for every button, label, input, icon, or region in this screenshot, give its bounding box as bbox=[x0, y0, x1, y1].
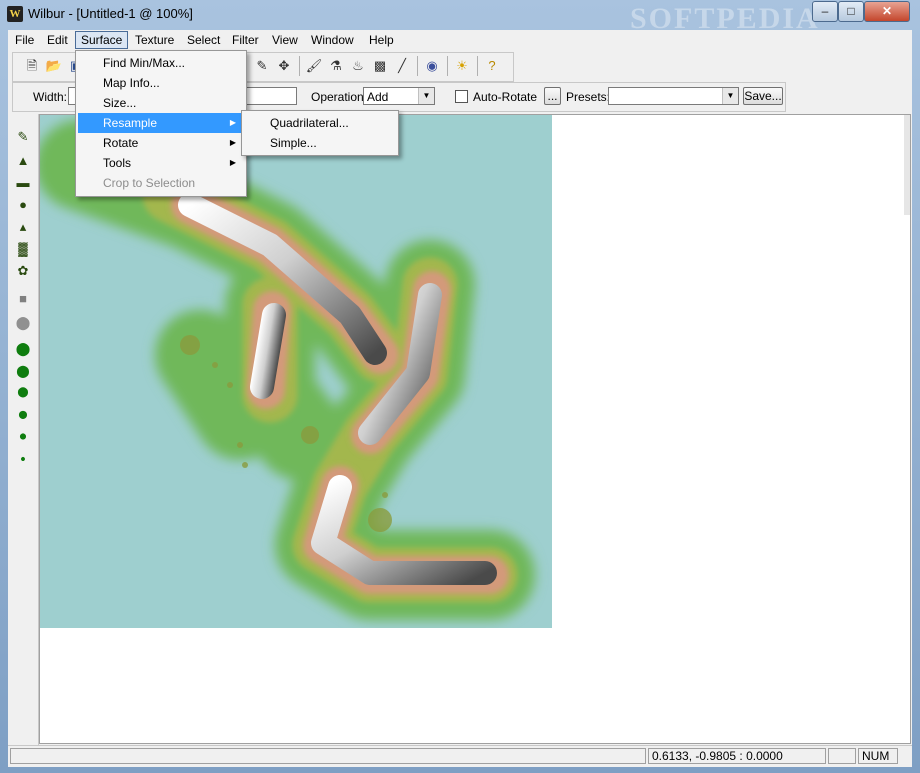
menu-surface[interactable]: Surface bbox=[75, 31, 129, 49]
round-brush-icon[interactable]: ⬤ bbox=[14, 314, 32, 332]
move-tool-icon[interactable]: ✥ bbox=[275, 57, 293, 75]
toolbar-separator bbox=[299, 56, 300, 76]
resample-submenu: Quadrilateral... Simple... bbox=[241, 110, 399, 156]
menu-edit[interactable]: Edit bbox=[42, 32, 73, 48]
menu-view[interactable]: View bbox=[267, 32, 303, 48]
menu-item-label: Size... bbox=[103, 96, 137, 110]
window-title: Wilbur - [Untitled-1 @ 100%] bbox=[28, 6, 193, 21]
line-tool-icon[interactable]: ╱ bbox=[393, 57, 411, 75]
menu-item-quadrilateral[interactable]: Quadrilateral... bbox=[244, 113, 396, 133]
menu-filter[interactable]: Filter bbox=[227, 32, 264, 48]
menu-item-label: Quadrilateral... bbox=[270, 116, 349, 130]
square-brush-icon[interactable]: ■ bbox=[14, 290, 32, 308]
pencil-icon[interactable]: ✎ bbox=[253, 57, 271, 75]
peak-icon[interactable]: ▴ bbox=[14, 218, 32, 236]
operation-label: Operation: bbox=[311, 90, 368, 104]
auto-rotate-label: Auto-Rotate bbox=[473, 90, 538, 104]
status-caps bbox=[828, 748, 856, 764]
menu-item-label: Find Min/Max... bbox=[103, 56, 186, 70]
chevron-down-icon: ▼ bbox=[722, 88, 738, 104]
toolbar-separator bbox=[417, 56, 418, 76]
menu-item-label: Tools bbox=[103, 156, 132, 170]
menu-item-crop-to-selection: Crop to Selection bbox=[78, 173, 244, 193]
menu-file[interactable]: File bbox=[10, 32, 39, 48]
menu-item-label: Rotate bbox=[103, 136, 139, 150]
new-file-icon[interactable]: 🗎 bbox=[23, 57, 41, 75]
menu-item-rotate[interactable]: Rotate ▶ bbox=[78, 133, 244, 153]
minimize-button[interactable]: – bbox=[812, 1, 838, 22]
save-preset-button[interactable]: Save... bbox=[743, 87, 783, 105]
submenu-arrow-icon: ▶ bbox=[229, 118, 236, 127]
title-bar[interactable]: W Wilbur - [Untitled-1 @ 100%] SOFTPEDIA… bbox=[0, 0, 920, 35]
wilbur-app-icon[interactable]: W bbox=[7, 6, 23, 22]
leaf-icon[interactable]: ✿ bbox=[14, 262, 32, 280]
toolbar-separator bbox=[447, 56, 448, 76]
fill-bucket-icon[interactable]: ♨ bbox=[349, 57, 367, 75]
brush-size-medium-icon[interactable]: ⬤ bbox=[14, 362, 32, 380]
app-window: W Wilbur - [Untitled-1 @ 100%] SOFTPEDIA… bbox=[0, 0, 920, 773]
height-field[interactable] bbox=[245, 87, 297, 105]
gradient-icon[interactable]: ▩ bbox=[371, 57, 389, 75]
menu-item-tools[interactable]: Tools ▶ bbox=[78, 153, 244, 173]
maximize-button[interactable]: □ bbox=[838, 1, 864, 22]
help-question-icon[interactable]: ? bbox=[483, 57, 501, 75]
operation-select[interactable]: Add ▼ bbox=[363, 87, 435, 105]
menu-select[interactable]: Select bbox=[182, 32, 225, 48]
render-3d-icon[interactable]: ◉ bbox=[423, 57, 441, 75]
submenu-arrow-icon: ▶ bbox=[229, 138, 236, 147]
menu-help[interactable]: Help bbox=[364, 32, 399, 48]
surface-dropdown-menu: Find Min/Max... Map Info... Size... Resa… bbox=[75, 50, 247, 197]
pencil-tool-icon[interactable]: ✎ bbox=[14, 128, 32, 146]
width-label: Width: bbox=[33, 90, 68, 104]
plateau-icon[interactable]: ▬ bbox=[14, 174, 32, 192]
menu-texture[interactable]: Texture bbox=[130, 32, 179, 48]
menu-window[interactable]: Window bbox=[306, 32, 359, 48]
operation-value: Add bbox=[367, 90, 389, 104]
menu-item-find-min-max[interactable]: Find Min/Max... bbox=[78, 53, 244, 73]
menu-item-label: Resample bbox=[103, 116, 158, 130]
auto-rotate-checkbox[interactable] bbox=[455, 90, 468, 103]
brush-icon[interactable]: 🖌 bbox=[305, 57, 323, 75]
submenu-arrow-icon: ▶ bbox=[229, 158, 236, 167]
client-area: File Edit Surface Texture Select Filter … bbox=[8, 30, 912, 767]
ellipsis-button[interactable]: ... bbox=[544, 87, 561, 105]
noise-icon[interactable]: ▓ bbox=[14, 240, 32, 258]
menu-item-map-info[interactable]: Map Info... bbox=[78, 73, 244, 93]
status-bar: 0.6133, -0.9805 : 0.0000 NUM bbox=[8, 745, 912, 767]
menu-item-label: Map Info... bbox=[103, 76, 160, 90]
open-folder-icon[interactable]: 📂 bbox=[45, 57, 63, 75]
close-button[interactable]: ✕ bbox=[864, 1, 910, 22]
menu-item-resample[interactable]: Resample ▶ bbox=[78, 113, 244, 133]
brush-size-tiny-icon[interactable]: ⬤ bbox=[14, 428, 32, 446]
raise-terrain-icon[interactable]: ▲ bbox=[14, 152, 32, 170]
coordinates-readout: 0.6133, -0.9805 : 0.0000 bbox=[648, 748, 826, 764]
brush-size-small-icon[interactable]: ⬤ bbox=[14, 384, 32, 402]
document-canvas[interactable] bbox=[39, 114, 911, 744]
presets-label: Presets: bbox=[566, 90, 611, 104]
toolbar-separator bbox=[477, 56, 478, 76]
menu-item-simple[interactable]: Simple... bbox=[244, 133, 396, 153]
presets-select[interactable]: ▼ bbox=[608, 87, 739, 105]
brush-size-smaller-icon[interactable]: ⬤ bbox=[14, 406, 32, 424]
drop-icon[interactable]: ● bbox=[14, 196, 32, 214]
num-lock-indicator: NUM bbox=[858, 748, 898, 764]
menu-item-size[interactable]: Size... bbox=[78, 93, 244, 113]
menu-bar: File Edit Surface Texture Select Filter … bbox=[8, 30, 912, 50]
lighting-sun-icon[interactable]: ☀ bbox=[453, 57, 471, 75]
brush-size-large-icon[interactable]: ⬤ bbox=[14, 340, 32, 358]
left-tool-palette: ✎ ▲ ▬ ● ▴ ▓ ✿ ■ ⬤ ⬤ ⬤ ⬤ ⬤ ⬤ ⬤ bbox=[8, 114, 39, 766]
chevron-down-icon: ▼ bbox=[418, 88, 434, 104]
vertical-scrollbar[interactable] bbox=[904, 115, 910, 215]
status-message bbox=[10, 748, 646, 764]
menu-item-label: Simple... bbox=[270, 136, 317, 150]
brush-size-smallest-icon[interactable]: ⬤ bbox=[14, 450, 32, 468]
menu-item-label: Crop to Selection bbox=[103, 176, 196, 190]
stamp-icon[interactable]: ⚗ bbox=[327, 57, 345, 75]
